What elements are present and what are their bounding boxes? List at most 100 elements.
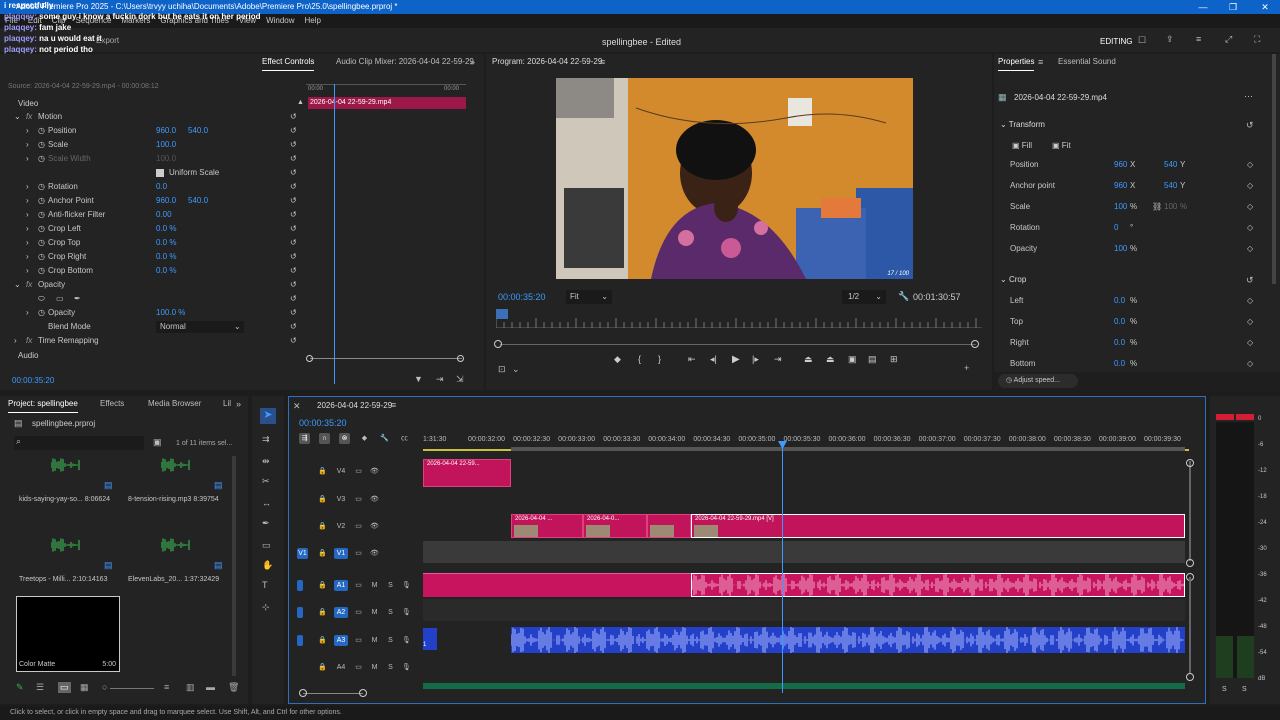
sort-icon[interactable]: ≡ [164,682,169,692]
ec-zoom-handle-left[interactable] [306,355,313,362]
ec-param-row[interactable]: › ◷ Scale Width 100.0 ↺ [0,152,306,166]
chevron-right-icon[interactable]: › [26,306,29,320]
property-value[interactable]: 0 [1114,221,1118,235]
solo-left[interactable]: S [1222,686,1227,693]
program-timecode[interactable]: 00:00:35:20 [498,292,546,302]
reset-icon[interactable]: ↺ [290,180,297,194]
workspace-mode[interactable]: EDITING [1100,37,1132,46]
audio-track-header[interactable]: 🔒 A4 ▭ M S 🎙 [297,659,417,677]
scroll-up-icon[interactable]: ▲ [297,99,304,106]
audio-track-header[interactable]: 🔒 A3 ▭ M S 🎙 [297,632,417,650]
stopwatch-icon[interactable]: ◷ [38,194,45,208]
reset-icon[interactable]: ↺ [290,292,297,306]
ec-param-row[interactable]: › ◷ Anti-flicker Filter 0.00 ↺ [0,208,306,222]
color-matte-thumbnail[interactable]: Color Matte 5:00 [16,596,120,672]
track-label[interactable]: V3 [334,494,348,505]
audio-track-header[interactable]: 🔒 A2 ▭ M S 🎙 [297,604,417,622]
chevron-right-icon[interactable]: › [26,222,29,236]
chevron-right-icon[interactable]: › [26,194,29,208]
go-to-out-icon[interactable]: ⇥ [774,354,782,365]
param-value[interactable]: 960.0 [156,124,176,138]
video-track-header[interactable]: 🔒 V2 ▭ 👁 [297,518,417,536]
share-icon[interactable]: ⇪ [1166,34,1174,45]
blend-mode-select[interactable]: Normal [156,321,244,333]
reset-icon[interactable]: ↺ [290,306,297,320]
keyframe-icon[interactable]: ◇ [1247,357,1253,371]
camera-icon[interactable]: ▣ [848,354,857,365]
stopwatch-icon[interactable]: ◷ [38,208,45,222]
zoom-slider-handle[interactable]: ○ [102,682,107,692]
project-scrollbar[interactable] [232,456,236,676]
sync-icon[interactable]: ▭ [353,607,364,618]
crop-value[interactable]: 0.0 [1114,336,1125,350]
zoom-handle-left[interactable] [494,340,502,348]
param-value[interactable]: 0.0 % [156,250,176,264]
audio-thumbnail-4[interactable] [160,538,191,552]
properties-more-icon[interactable]: ⋯ [1244,91,1253,102]
eye-icon[interactable]: 👁 [369,521,380,532]
ec-param-row[interactable]: › ◷ Crop Top 0.0 % ↺ [0,236,306,250]
ec-zoom-bar[interactable] [310,358,462,359]
param-value[interactable]: 100.0 [156,152,176,166]
keyframe-icon[interactable]: ◇ [1247,242,1253,256]
reset-icon[interactable]: ↺ [290,320,297,334]
step-forward-icon[interactable]: |▸ [752,354,759,365]
audio-thumbnail-1[interactable] [50,458,81,472]
automate-icon[interactable]: ▥ [186,682,195,693]
audio-clip-a3-small[interactable]: 1 [423,628,437,650]
sync-icon[interactable]: ▭ [353,580,364,591]
source-patch-a[interactable] [297,580,303,591]
track-select-tool-icon[interactable]: ⇉ [262,434,270,445]
chevron-right-icon[interactable]: › [26,250,29,264]
chevron-right-icon[interactable]: › [26,208,29,222]
a2-track-area[interactable] [423,599,1185,621]
sync-icon[interactable]: ▭ [353,521,364,532]
quality-dropdown[interactable]: 1/2 ⌄ [842,290,886,304]
video-scroll-top[interactable] [1186,459,1194,467]
ec-param-row[interactable]: Uniform Scale ↺ [0,166,306,180]
param-value-2[interactable]: 540.0 [188,194,208,208]
new-item-icon[interactable]: ▬ [206,682,215,692]
property-value-2[interactable]: 540 [1164,179,1177,193]
mark-out-icon[interactable]: } [658,354,661,364]
ec-param-row[interactable]: › ◷ Crop Right 0.0 % ↺ [0,250,306,264]
mute-icon[interactable]: M [369,635,380,646]
ec-param-row[interactable]: ⬭ ▭ ✒ ↺ [0,292,306,306]
video-track-header[interactable]: 🔒 V3 ▭ 👁 [297,491,417,509]
v1-track-area[interactable] [423,541,1185,563]
param-value[interactable]: 0.0 [156,180,167,194]
eye-icon[interactable]: 👁 [369,466,380,477]
expand-icon[interactable]: ⤢ [1225,34,1232,45]
video-scroll-bottom[interactable] [1186,559,1194,567]
go-to-in-icon[interactable]: ⇤ [688,354,696,365]
project-item-name[interactable]: kids-saying-yay-so... 8:06624 [19,496,110,503]
reset-icon[interactable]: ↺ [290,166,297,180]
crop-row[interactable]: Left 0.0% ◇ [994,294,1280,308]
keyframe-icon[interactable]: ◇ [1247,221,1253,235]
ec-playhead[interactable] [334,84,335,384]
clip-indicator[interactable] [1236,414,1254,420]
audio-track-header[interactable]: 🔒 A1 ▭ M S 🎙 [297,577,417,595]
trash-icon[interactable]: 🗑 [228,682,239,693]
tab-audio-clip-mixer[interactable]: Audio Clip Mixer: 2026-04-04 22-59-29 [336,54,474,70]
crop-row[interactable]: Bottom 0.0% ◇ [994,357,1280,371]
sync-icon[interactable]: ▭ [353,466,364,477]
safe-margins-icon[interactable]: ⊡ [498,364,506,375]
property-value-2[interactable]: 540 [1164,158,1177,172]
solo-icon[interactable]: S [385,635,396,646]
pen-tool-icon[interactable]: ✒ [262,518,270,529]
reset-icon[interactable]: ↺ [290,208,297,222]
icon-view-icon[interactable]: ▭ [58,682,71,693]
project-item-name[interactable]: 8-tension-rising.mp3 8:39754 [128,496,219,503]
tab-effect-controls[interactable]: Effect Controls [262,54,315,71]
track-label[interactable]: A4 [334,662,348,673]
mark-in-icon[interactable]: { [638,354,641,364]
keyframe-icon[interactable]: ◇ [1247,294,1253,308]
reset-icon[interactable]: ↺ [290,278,297,292]
stopwatch-icon[interactable]: ◷ [38,222,45,236]
chevron-down-icon[interactable]: ⌄ [14,278,21,292]
property-value[interactable]: 100 [1114,200,1127,214]
crop-value[interactable]: 0.0 [1114,294,1125,308]
param-value-2[interactable]: 540.0 [188,124,208,138]
ec-param-row[interactable]: › ◷ Crop Left 0.0 % ↺ [0,222,306,236]
